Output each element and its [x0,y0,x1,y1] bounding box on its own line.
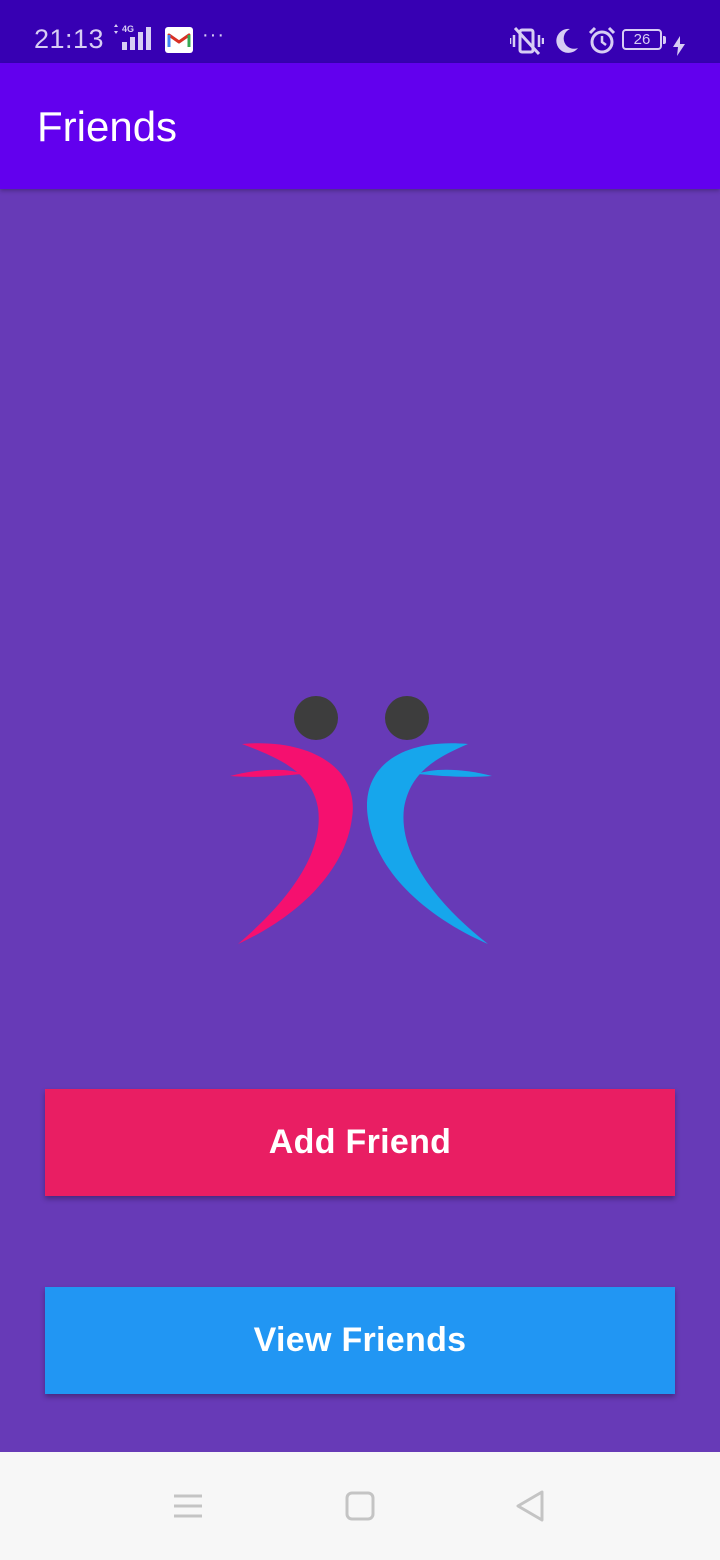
more-icon: ··· [202,24,225,46]
app-bar: Friends [0,63,720,189]
battery-icon: 26 [622,29,666,50]
menu-icon[interactable] [166,1484,210,1528]
navigation-bar [0,1452,720,1560]
signal-icon: 4G [110,24,160,54]
charging-icon [673,36,685,56]
back-icon[interactable] [508,1484,552,1528]
battery-level: 26 [633,31,651,48]
home-icon[interactable] [338,1484,382,1528]
vibrate-icon [510,26,544,56]
view-friends-button[interactable]: View Friends [45,1287,675,1394]
status-time: 21:13 [34,24,105,54]
network-type-label: 4G [122,24,135,34]
alarm-icon [588,26,616,54]
status-bar: 21:13 4G ··· 26 [0,0,720,63]
do-not-disturb-icon [556,28,578,53]
add-friend-button[interactable]: Add Friend [45,1089,675,1196]
page-title: Friends [37,103,178,150]
gmail-icon [165,27,193,53]
friends-logo-icon [230,696,492,944]
